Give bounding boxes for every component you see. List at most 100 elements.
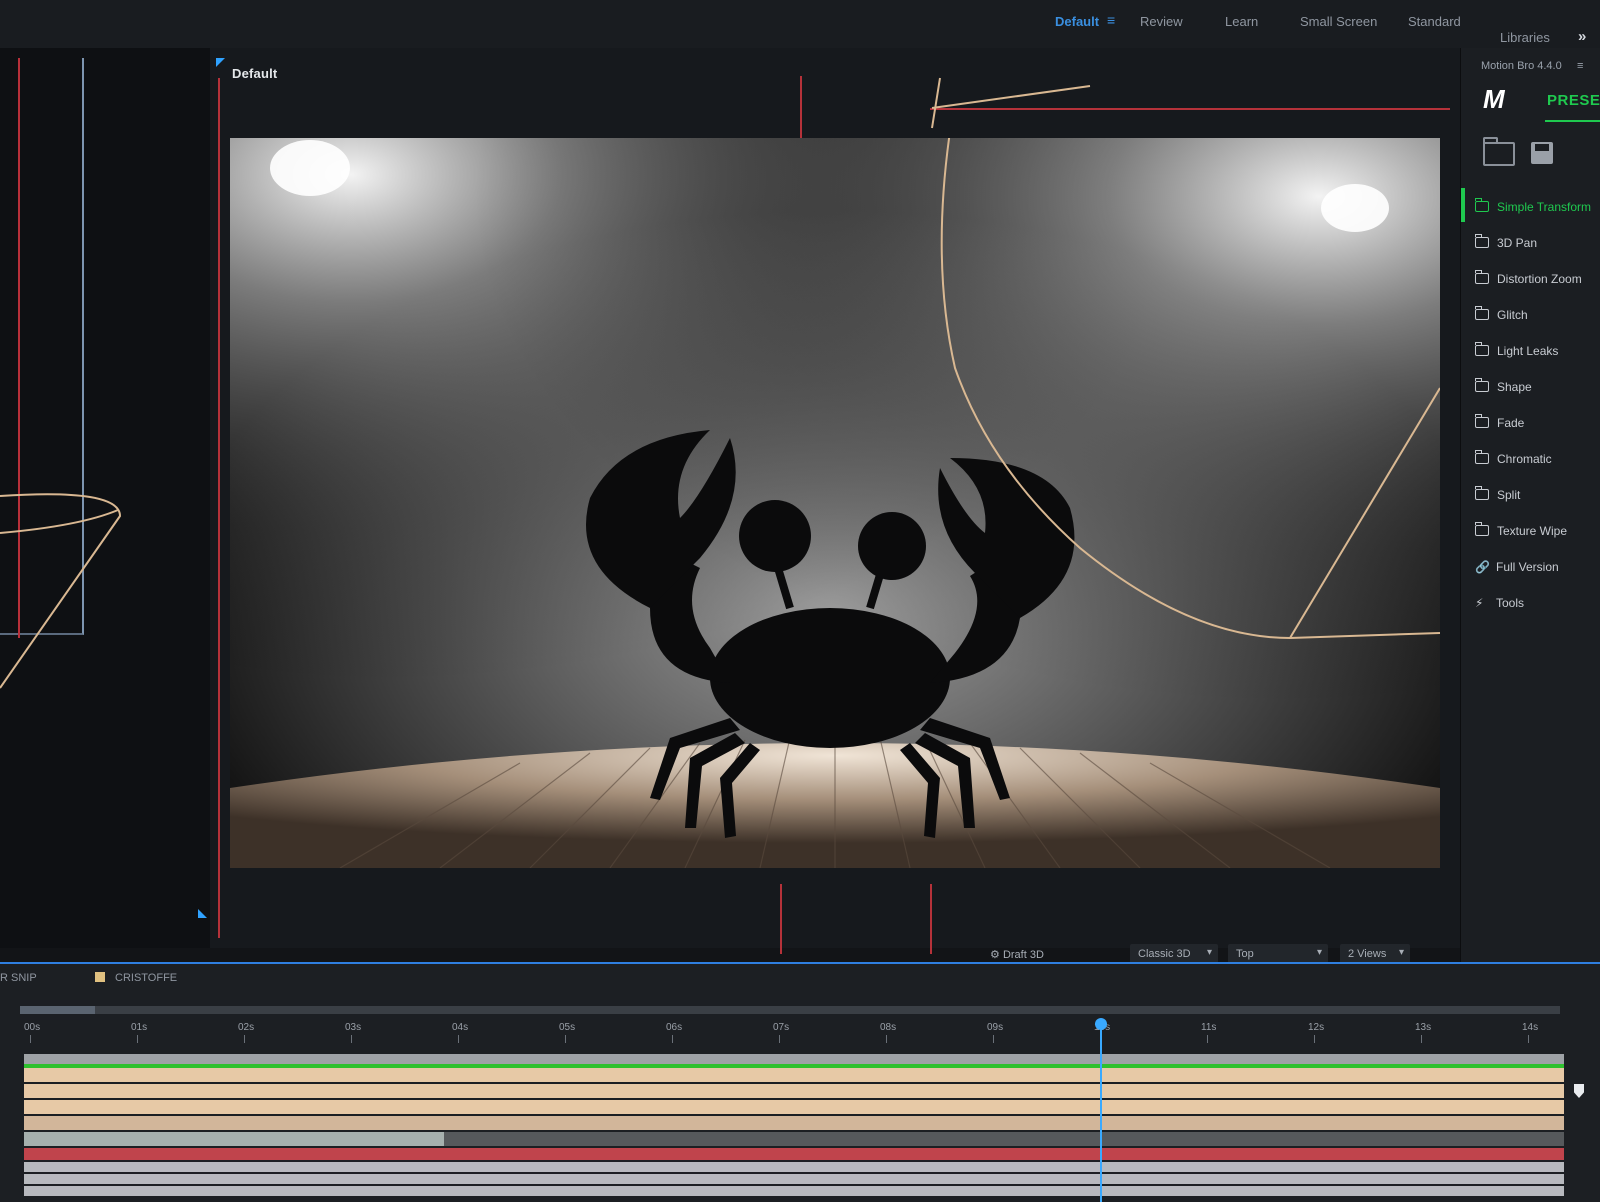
layer-bar[interactable]	[24, 1132, 444, 1146]
double-chevron-right-icon[interactable]: »	[1578, 28, 1586, 45]
workspace-bar: Default ≡ Review Learn Small Screen Stan…	[0, 0, 1600, 48]
tick-label: 05s	[559, 1022, 576, 1033]
tick-label: 06s	[666, 1022, 683, 1033]
draft-3d-toggle[interactable]: ⚙ Draft 3D	[990, 948, 1044, 961]
camera-wireframe	[0, 493, 122, 689]
guide-line	[930, 884, 932, 954]
layer-bar[interactable]	[24, 1100, 1564, 1114]
folder-icon	[1475, 306, 1489, 320]
workspace-default[interactable]: Default	[1055, 14, 1099, 29]
tick-mark	[779, 1035, 780, 1043]
lightning-icon: ⚡	[1475, 596, 1484, 610]
tick-label: 01s	[131, 1022, 148, 1033]
tick-mark	[993, 1035, 994, 1043]
timeline-panel: R SNIP CRISTOFFE 00s 01s 02s 03s 04s 05s 06s 07…	[0, 962, 1600, 1202]
preset-fade[interactable]: Fade	[1475, 414, 1524, 436]
viewer-corner-marker	[216, 58, 225, 67]
active-tab-underline	[1545, 120, 1600, 122]
preset-light-leaks[interactable]: Light Leaks	[1475, 342, 1558, 364]
viewer-bounds-line	[218, 78, 220, 938]
chevron-down-icon: ▾	[1316, 947, 1322, 958]
tick-mark	[458, 1035, 459, 1043]
preset-chromatic[interactable]: Chromatic	[1475, 450, 1552, 472]
layer-bar[interactable]	[24, 1054, 1564, 1064]
tick-label: 00s	[24, 1022, 41, 1033]
layer-bar-inactive[interactable]	[444, 1132, 1564, 1146]
preset-distortion-zoom[interactable]: Distortion Zoom	[1475, 270, 1582, 292]
preset-3d-pan[interactable]: 3D Pan	[1475, 234, 1537, 256]
tick-mark	[1528, 1035, 1529, 1043]
playhead-handle[interactable]	[1095, 1018, 1107, 1030]
folder-icon	[1475, 270, 1489, 284]
workspace-libraries[interactable]: Libraries	[1500, 30, 1550, 45]
layer-bar[interactable]	[24, 1084, 1564, 1098]
comp-color-swatch	[95, 972, 105, 982]
tab-presets[interactable]: PRESETS	[1547, 92, 1600, 109]
time-ruler[interactable]: 00s01s02s03s04s05s06s07s08s09s10s11s12s1…	[22, 1022, 1562, 1046]
timeline-tab-cristoffe[interactable]: CRISTOFFE	[115, 972, 177, 984]
workspace-learn[interactable]: Learn	[1225, 14, 1258, 29]
tick-mark	[1421, 1035, 1422, 1043]
guide-line	[780, 884, 782, 954]
layer-bar[interactable]	[24, 1186, 1564, 1196]
tick-mark	[30, 1035, 31, 1043]
playhead-line[interactable]	[1100, 1022, 1102, 1202]
view-layout-dropdown[interactable]: 2 Views ▾	[1340, 944, 1410, 964]
layer-bar[interactable]	[24, 1068, 1564, 1082]
tick-mark	[672, 1035, 673, 1043]
folder-icon	[1475, 450, 1489, 464]
folder-icon	[1475, 234, 1489, 248]
workspace-review[interactable]: Review	[1140, 14, 1183, 29]
layer-bar[interactable]	[24, 1116, 1564, 1130]
work-area-selection[interactable]	[20, 1006, 95, 1014]
tick-mark	[1207, 1035, 1208, 1043]
folder-icon	[1475, 414, 1489, 428]
preset-tools[interactable]: ⚡ Tools	[1475, 596, 1524, 616]
preset-full-version[interactable]: 🔗 Full Version	[1475, 560, 1559, 580]
tick-mark	[565, 1035, 566, 1043]
composition-frame	[230, 138, 1440, 868]
save-icon[interactable]	[1531, 142, 1553, 164]
layer-bar[interactable]	[24, 1174, 1564, 1184]
link-icon: 🔗	[1475, 560, 1490, 574]
layer-bar[interactable]	[24, 1162, 1564, 1172]
view-dropdown[interactable]: Top ▾	[1228, 944, 1328, 964]
active-preset-indicator	[1461, 188, 1465, 222]
tick-label: 12s	[1308, 1022, 1325, 1033]
preset-shape[interactable]: Shape	[1475, 378, 1532, 400]
folder-icon[interactable]	[1483, 137, 1515, 166]
folder-icon	[1475, 522, 1489, 536]
work-area-bar[interactable]	[20, 1006, 1560, 1014]
folder-icon	[1475, 198, 1489, 212]
folder-icon	[1475, 342, 1489, 356]
tick-mark	[244, 1035, 245, 1043]
left-panel	[0, 48, 210, 948]
tick-mark	[137, 1035, 138, 1043]
composition-viewer[interactable]: Default	[198, 48, 1460, 954]
hamburger-menu-icon[interactable]: ≡	[1107, 12, 1115, 28]
timeline-tab-r-snip[interactable]: R SNIP	[0, 972, 37, 984]
preset-texture-wipe[interactable]: Texture Wipe	[1475, 522, 1567, 544]
tick-label: 04s	[452, 1022, 469, 1033]
preset-split[interactable]: Split	[1475, 486, 1520, 508]
tick-label: 02s	[238, 1022, 255, 1033]
plugin-title: Motion Bro 4.4.0	[1481, 60, 1562, 72]
preset-glitch[interactable]: Glitch	[1475, 306, 1528, 328]
camera-wireframe	[931, 77, 1091, 129]
tick-label: 07s	[773, 1022, 790, 1033]
stage-scene	[230, 138, 1440, 868]
panel-menu-icon[interactable]: ≡	[1577, 60, 1583, 72]
renderer-dropdown[interactable]: Classic 3D ▾	[1130, 944, 1218, 964]
tick-label: 11s	[1201, 1022, 1217, 1033]
folder-icon	[1475, 378, 1489, 392]
workspace-standard[interactable]: Standard	[1408, 14, 1461, 29]
workspace-small-screen[interactable]: Small Screen	[1300, 14, 1377, 29]
chevron-down-icon: ▾	[1206, 947, 1212, 958]
preset-simple-transform[interactable]: Simple Transform	[1475, 198, 1591, 220]
layer-bar[interactable]	[24, 1148, 1564, 1160]
motion-bro-panel: Motion Bro 4.4.0 ≡ M PRESETS Simple Tran…	[1460, 48, 1600, 968]
chevron-down-icon: ▾	[1398, 947, 1404, 958]
motion-bro-logo: M	[1483, 84, 1505, 114]
viewer-corner-marker	[198, 909, 207, 918]
viewer-label: Default	[232, 66, 278, 81]
